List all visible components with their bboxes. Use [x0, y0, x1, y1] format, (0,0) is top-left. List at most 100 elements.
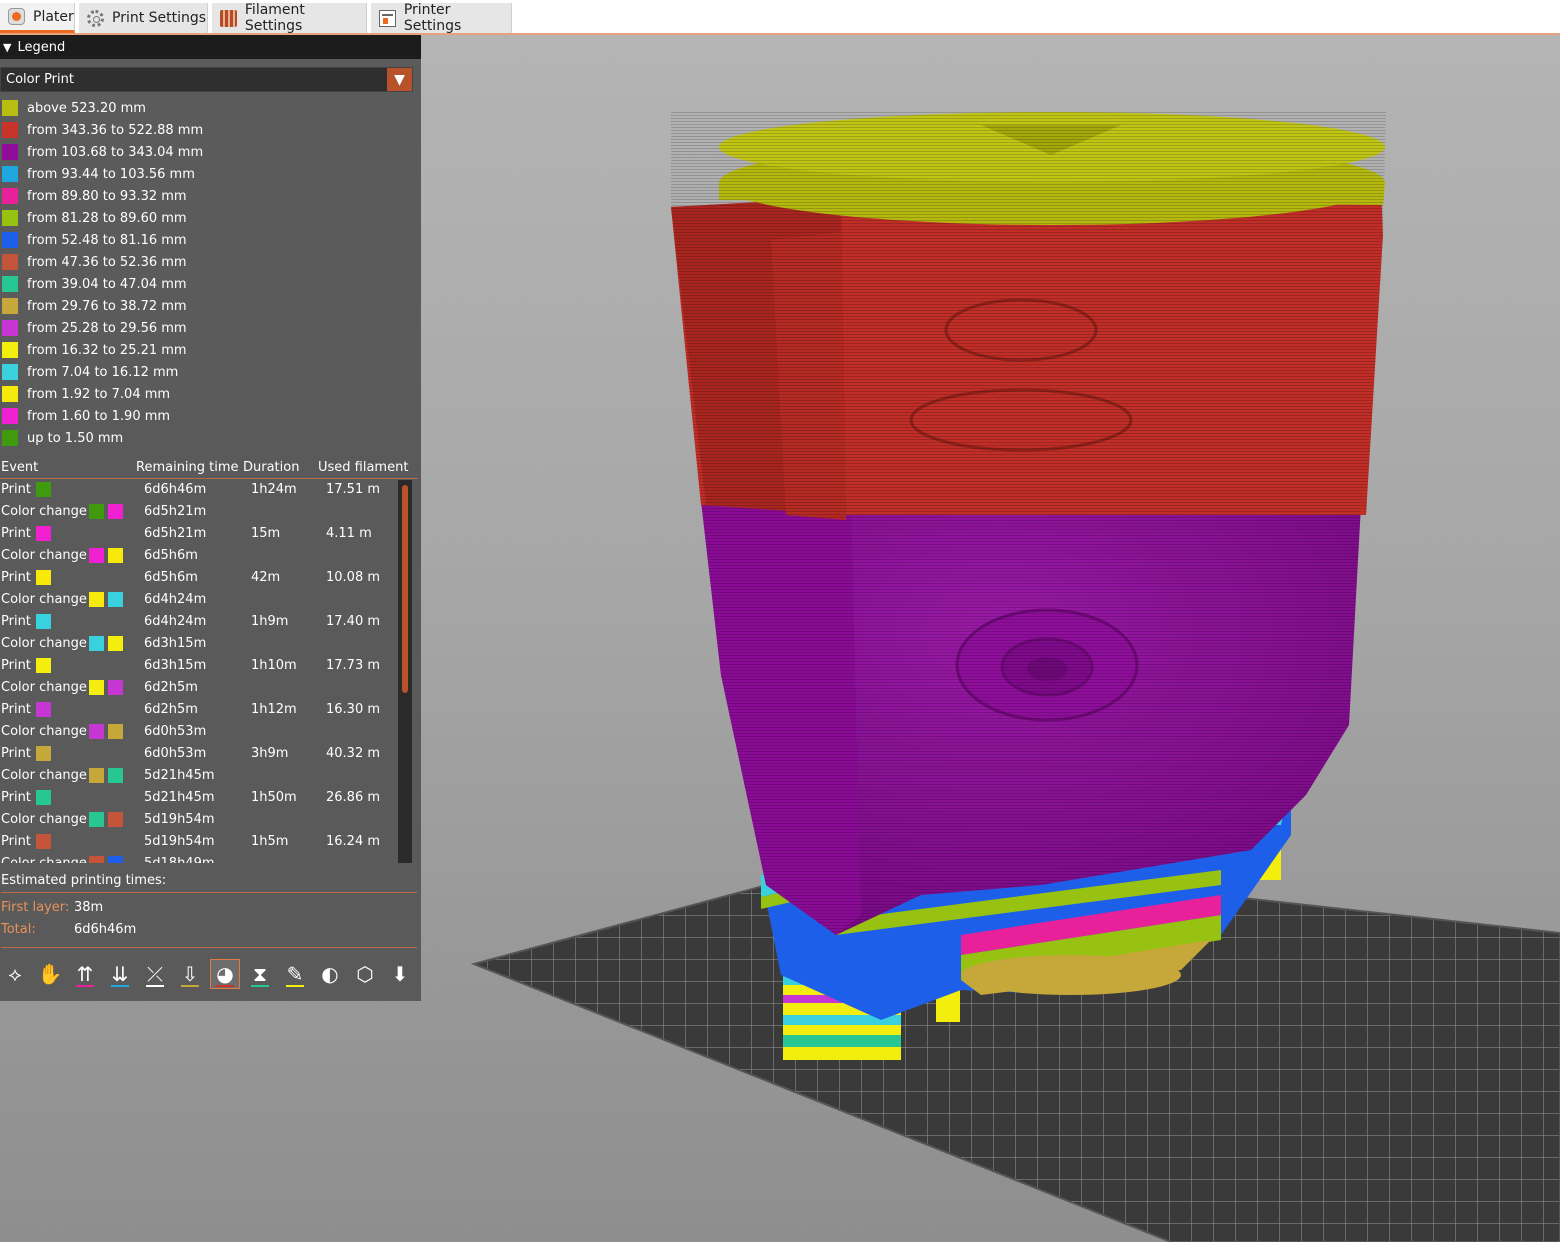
range-label: from 47.36 to 52.36 mm [27, 254, 187, 270]
legend-range-item: from 25.28 to 29.56 mm [0, 317, 420, 339]
event-row[interactable]: Color change 6d2h5m [0, 677, 395, 699]
duration: 15m [251, 526, 281, 541]
tool-marker-toggle-button[interactable]: ⬇ [386, 960, 414, 988]
remaining-time: 6d5h21m [144, 504, 207, 519]
legend-range-item: from 29.76 to 38.72 mm [0, 295, 420, 317]
legend-range-item: from 1.92 to 7.04 mm [0, 383, 420, 405]
events-scrollbar-thumb[interactable] [402, 485, 408, 693]
event-name: Color change [1, 680, 87, 695]
event-color-swatch [89, 504, 104, 519]
legend-range-item: from 16.32 to 25.21 mm [0, 339, 420, 361]
view-type-select[interactable]: Color Print ▼ [0, 67, 413, 92]
event-name: Print [1, 702, 31, 717]
remaining-time: 6d2h5m [144, 680, 198, 695]
legend-header[interactable]: ▼ Legend [0, 35, 421, 59]
first-layer-value: 38m [74, 900, 104, 915]
estimated-times-title: Estimated printing times: [1, 871, 417, 893]
preview-canvas[interactable] [421, 35, 1560, 1242]
range-label: from 25.28 to 29.56 mm [27, 320, 187, 336]
tab-plater[interactable]: Plater [0, 3, 75, 33]
event-row[interactable]: Print 6d5h6m 42m 10.08 m [0, 567, 395, 589]
event-row[interactable]: Print 5d19h54m 1h5m 16.24 m [0, 831, 395, 853]
travel-icon: ⟡ [8, 962, 22, 986]
legend-range-item: from 52.48 to 81.16 mm [0, 229, 420, 251]
remaining-time: 6d2h5m [144, 702, 198, 717]
event-color-swatch [89, 636, 104, 651]
header-event: Event [1, 460, 39, 475]
used-filament: 4.11 m [326, 526, 372, 541]
tab-filament-settings[interactable]: Filament Settings [212, 2, 367, 34]
event-row[interactable]: Print 6d4h24m 1h9m 17.40 m [0, 611, 395, 633]
deretractions-toggle-button[interactable]: ⇊ [106, 960, 134, 988]
total-label: Total: [1, 922, 36, 937]
event-name: Print [1, 482, 31, 497]
event-name: Print [1, 526, 31, 541]
remaining-time: 6d0h53m [144, 746, 207, 761]
range-label: up to 1.50 mm [27, 430, 124, 446]
tab-bar: Plater Print Settings Filament Settings … [0, 0, 1560, 35]
duration: 1h24m [251, 482, 297, 497]
color-underline [146, 985, 164, 987]
tool-changes-icon: ⇩ [181, 962, 199, 986]
seams-toggle-button[interactable]: ⤫ [141, 960, 169, 988]
center-of-gravity-toggle-button[interactable]: ◐ [316, 960, 344, 988]
event-row[interactable]: Print 6d2h5m 1h12m 16.30 m [0, 699, 395, 721]
color-underline [286, 985, 304, 987]
event-row[interactable]: Color change 5d21h45m [0, 765, 395, 787]
custom-gcode-toggle-button[interactable]: ✎ [281, 960, 309, 988]
color-swatch [2, 408, 18, 424]
shells-icon: ⬡ [356, 962, 374, 986]
remaining-time: 5d18h49m [144, 856, 215, 863]
event-row[interactable]: Color change 6d5h6m [0, 545, 395, 567]
remaining-time: 5d19h54m [144, 812, 215, 827]
duration: 42m [251, 570, 281, 585]
color-swatch [2, 320, 18, 336]
tool-changes-toggle-button[interactable]: ⇩ [176, 960, 204, 988]
event-row[interactable]: Color change 6d0h53m [0, 721, 395, 743]
remaining-time: 5d21h45m [144, 768, 215, 783]
event-row[interactable]: Color change 5d19h54m [0, 809, 395, 831]
tab-print-settings[interactable]: Print Settings [79, 3, 208, 33]
legend-range-item: from 89.80 to 93.32 mm [0, 185, 420, 207]
event-row[interactable]: Color change 6d5h21m [0, 501, 395, 523]
tab-printer-settings[interactable]: Printer Settings [371, 2, 512, 34]
event-row[interactable]: Color change 6d4h24m [0, 589, 395, 611]
view-type-value: Color Print [6, 72, 74, 87]
retractions-toggle-button[interactable]: ⇈ [71, 960, 99, 988]
event-color-swatch [89, 856, 104, 863]
pause-prints-toggle-button[interactable]: ⧗ [246, 960, 274, 988]
deretractions-icon: ⇊ [111, 962, 129, 986]
legend-range-item: above 523.20 mm [0, 97, 420, 119]
range-label: from 93.44 to 103.56 mm [27, 166, 195, 182]
remaining-time: 5d19h54m [144, 834, 215, 849]
color-changes-toggle-button[interactable]: ◕ [210, 959, 240, 989]
legend-range-item: from 39.04 to 47.04 mm [0, 273, 420, 295]
event-row[interactable]: Color change 6d3h15m [0, 633, 395, 655]
event-color-swatch [89, 812, 104, 827]
range-label: from 1.60 to 1.90 mm [27, 408, 171, 424]
range-label: from 103.68 to 343.04 mm [27, 144, 204, 160]
event-color-swatch [36, 658, 51, 673]
color-underline [181, 985, 199, 987]
color-swatch [2, 232, 18, 248]
event-new-color-swatch [108, 680, 123, 695]
event-row[interactable]: Color change 5d18h49m [0, 853, 395, 863]
event-row[interactable]: Print 6d5h21m 15m 4.11 m [0, 523, 395, 545]
range-label: from 7.04 to 16.12 mm [27, 364, 179, 380]
event-name: Print [1, 570, 31, 585]
color-changes-icon: ◕ [216, 962, 234, 986]
remaining-time: 6d5h21m [144, 526, 207, 541]
event-row[interactable]: Print 5d21h45m 1h50m 26.86 m [0, 787, 395, 809]
event-row[interactable]: Print 6d3h15m 1h10m 17.73 m [0, 655, 395, 677]
event-row[interactable]: Print 6d6h46m 1h24m 17.51 m [0, 480, 395, 501]
event-color-swatch [89, 592, 104, 607]
event-row[interactable]: Print 6d0h53m 3h9m 40.32 m [0, 743, 395, 765]
shells-toggle-button[interactable]: ⬡ [351, 960, 379, 988]
used-filament: 17.40 m [326, 614, 381, 629]
event-color-swatch [89, 768, 104, 783]
wipe-toggle-button[interactable]: ✋ [36, 960, 64, 988]
printer-icon [379, 9, 396, 27]
3d-preview-viewport[interactable] [421, 35, 1560, 1242]
events-table[interactable]: Print 6d6h46m 1h24m 17.51 m Color change 6d5h… [0, 480, 413, 863]
travel-toggle-button[interactable]: ⟡ [1, 960, 29, 988]
